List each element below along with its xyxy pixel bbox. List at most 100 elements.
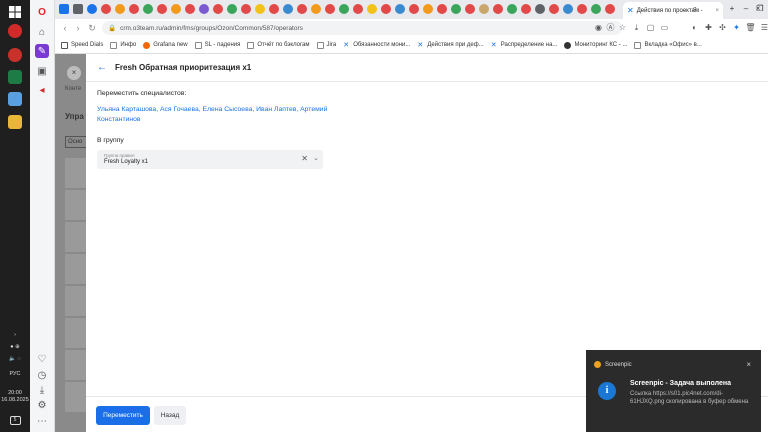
bookmark-item[interactable]: ✕ Обязанности мони... [343, 42, 410, 49]
bookmark-item[interactable]: Вкладка «Офис» в... [634, 41, 702, 49]
settings-icon[interactable]: ⚙ [35, 398, 49, 412]
tab-favicon-19[interactable] [353, 4, 363, 14]
tab-islands-icon[interactable]: ▣ [35, 64, 49, 78]
tab-favicon-16[interactable] [311, 4, 321, 14]
tab-favicon-28[interactable] [479, 4, 489, 14]
aria-icon[interactable]: ✎ [35, 44, 49, 58]
start-button[interactable] [8, 5, 22, 19]
tab-favicon-1[interactable] [101, 4, 111, 14]
tab-favicon-21[interactable] [381, 4, 391, 14]
app-taskbar-icon[interactable] [8, 92, 22, 106]
tab-favicon-27[interactable] [465, 4, 475, 14]
tab-favicon-23[interactable] [409, 4, 419, 14]
extension-icon-1[interactable]: ◐ [689, 22, 700, 33]
clock-date[interactable]: 16.08.2025 [0, 397, 30, 403]
close-window-icon[interactable]: × [752, 3, 764, 15]
chevron-down-icon[interactable]: ⌄ [313, 154, 319, 162]
tab-favicon-2[interactable] [115, 4, 125, 14]
download-icon[interactable]: ⤓ [631, 22, 642, 33]
tab-favicon-29[interactable] [493, 4, 503, 14]
tab-favicon-22[interactable] [395, 4, 405, 14]
tray-status-icons[interactable]: ● ⊕ [0, 344, 30, 350]
back-arrow-icon[interactable]: ← [97, 62, 107, 73]
bookmark-item[interactable]: Speed Dials [61, 41, 103, 49]
chevron-right-icon[interactable]: › [14, 332, 16, 338]
tab-favicon-12[interactable] [255, 4, 265, 14]
tab-favicon-8[interactable] [199, 4, 209, 14]
tab-favicon-11[interactable] [241, 4, 251, 14]
address-bar[interactable]: 🔒 crm.o3team.ru/admin/fms/groups/Ozon/Co… [102, 21, 622, 35]
bookmark-item[interactable]: ✕ Действия при деф... [417, 42, 483, 49]
back-button[interactable]: Назад [154, 406, 186, 425]
camera-icon[interactable]: ◉ [593, 22, 604, 33]
bookmark-item[interactable]: Grafana new [143, 41, 188, 49]
tab-favicon-25[interactable] [437, 4, 447, 14]
tab-outlook[interactable] [59, 4, 69, 14]
specialists-list[interactable]: Ульяна Карташова, Ася Гочаева, Елена Сыс… [97, 105, 337, 125]
tab-favicon-30[interactable] [507, 4, 517, 14]
bookmark-item[interactable]: Jira [316, 41, 336, 49]
back-button[interactable]: ‹ [59, 22, 71, 34]
screenpic-notification[interactable]: Screenpic × i Screenpic - Задача выполен… [586, 350, 761, 432]
tab-favicon-35[interactable] [577, 4, 587, 14]
tab-close-icon[interactable]: × [715, 8, 719, 14]
tab-favicon-24[interactable] [423, 4, 433, 14]
tab-favicon-4[interactable] [143, 4, 153, 14]
notification-center-icon[interactable]: 5 [0, 416, 30, 425]
puzzle-icon[interactable]: ✣ [717, 22, 728, 33]
opera-gx-taskbar-icon[interactable] [8, 48, 22, 62]
tab-favicon-37[interactable] [605, 4, 615, 14]
tab-favicon-18[interactable] [339, 4, 349, 14]
tab-favicon-33[interactable] [549, 4, 559, 14]
active-tab[interactable]: ✕ Действия по проектам - × [623, 2, 723, 19]
tab-favicon-6[interactable] [171, 4, 181, 14]
heart-icon[interactable]: ♡ [35, 352, 49, 366]
search-tabs-icon[interactable]: ⌕ [689, 3, 701, 15]
minimize-button[interactable]: – [740, 3, 752, 15]
tab-favicon-13[interactable] [269, 4, 279, 14]
file-explorer-taskbar-icon[interactable] [8, 115, 22, 129]
notification-close-icon[interactable]: × [746, 360, 751, 369]
more-icon[interactable]: ⋯ [35, 414, 49, 428]
tab-favicon-7[interactable] [185, 4, 195, 14]
box-icon[interactable]: ▢ [645, 22, 656, 33]
history-icon[interactable]: ◷ [35, 368, 49, 382]
tab-favicon-5[interactable] [157, 4, 167, 14]
clear-icon[interactable]: ✕ [301, 154, 308, 163]
tab-favicon-26[interactable] [451, 4, 461, 14]
tab-doc[interactable] [73, 4, 83, 14]
messenger-icon[interactable]: ◂ [35, 83, 49, 97]
tab-favicon-17[interactable] [325, 4, 335, 14]
extension-icon-2[interactable]: ✚ [703, 22, 714, 33]
close-drawer-icon[interactable]: × [67, 66, 81, 80]
home-icon[interactable]: ⌂ [35, 25, 49, 39]
tab-favicon-20[interactable] [367, 4, 377, 14]
translate-icon[interactable]: Ⓐ [605, 22, 616, 33]
tab-favicon-9[interactable] [213, 4, 223, 14]
tab-favicon-36[interactable] [591, 4, 601, 14]
tab-favicon-14[interactable] [283, 4, 293, 14]
tab-favicon-10[interactable] [227, 4, 237, 14]
group-select[interactable]: Группа правил Fresh Loyalty x1 ✕ ⌄ [97, 150, 323, 169]
opera-menu-icon[interactable]: O [35, 5, 49, 19]
language-indicator[interactable]: РУС [0, 371, 30, 377]
reload-button[interactable]: ↻ [86, 22, 98, 34]
tab-favicon-34[interactable] [563, 4, 573, 14]
bookmark-item[interactable]: ✕ Распределение на... [491, 42, 558, 49]
opera-taskbar-icon[interactable] [8, 24, 22, 38]
extension-icon-3[interactable]: ✦ [731, 22, 742, 33]
tray-icons[interactable]: › [0, 332, 30, 338]
move-button[interactable]: Переместить [96, 406, 150, 425]
tab-favicon-31[interactable] [521, 4, 531, 14]
vpn-icon[interactable]: ▭ [659, 22, 670, 33]
bookmark-item[interactable]: Мониторинг КС - ... [564, 41, 627, 49]
excel-taskbar-icon[interactable] [8, 70, 22, 84]
downloads-icon[interactable]: ⤓ [35, 383, 49, 397]
bookmark-item[interactable]: Отчёт по бэклогам [247, 41, 310, 49]
bookmark-item[interactable]: Инфо [110, 41, 136, 49]
bookmark-item[interactable]: SL - падения [194, 41, 240, 49]
bookmark-star-icon[interactable]: ☆ [617, 22, 628, 33]
tab-favicon-3[interactable] [129, 4, 139, 14]
tab-favicon-15[interactable] [297, 4, 307, 14]
new-tab-button[interactable]: + [726, 3, 738, 15]
